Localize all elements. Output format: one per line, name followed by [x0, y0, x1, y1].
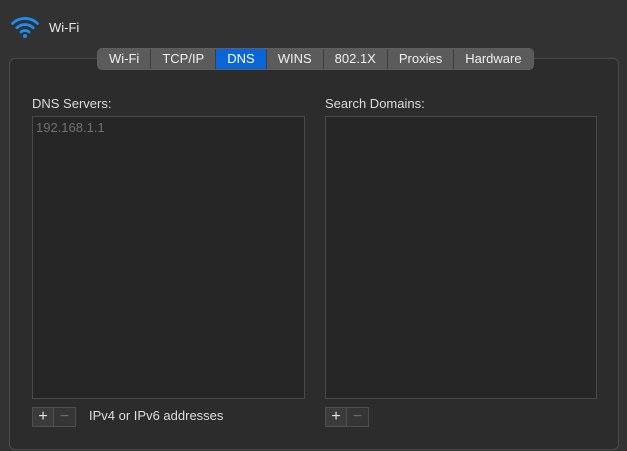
tab-proxies[interactable]: Proxies [387, 49, 455, 69]
window-header: Wi-Fi [10, 14, 79, 40]
tab-8021x[interactable]: 802.1X [323, 49, 388, 69]
dns-hint-text: IPv4 or IPv6 addresses [89, 408, 224, 423]
wifi-icon [11, 17, 39, 38]
add-search-domain-button[interactable]: + [325, 407, 347, 427]
search-domains-label: Search Domains: [325, 96, 425, 111]
tab-tcpip[interactable]: TCP/IP [151, 49, 217, 69]
tab-bar: Wi-Fi TCP/IP DNS WINS 802.1X Proxies Har… [97, 48, 534, 70]
dns-servers-label: DNS Servers: [32, 96, 112, 111]
tab-wifi[interactable]: Wi-Fi [98, 49, 152, 69]
remove-dns-server-button[interactable]: − [54, 407, 76, 427]
dns-servers-list[interactable]: 192.168.1.1 [32, 116, 305, 399]
remove-search-domain-button[interactable]: − [347, 407, 369, 427]
tab-dns[interactable]: DNS [216, 49, 267, 69]
search-button-group: + − [325, 407, 369, 427]
tab-wins[interactable]: WINS [266, 49, 324, 69]
dns-button-group: + − [32, 407, 76, 427]
add-dns-server-button[interactable]: + [32, 407, 54, 427]
dns-server-entry[interactable]: 192.168.1.1 [33, 117, 304, 135]
tab-hardware[interactable]: Hardware [454, 49, 533, 69]
window-title: Wi-Fi [49, 19, 80, 35]
search-domains-list[interactable] [325, 116, 597, 399]
